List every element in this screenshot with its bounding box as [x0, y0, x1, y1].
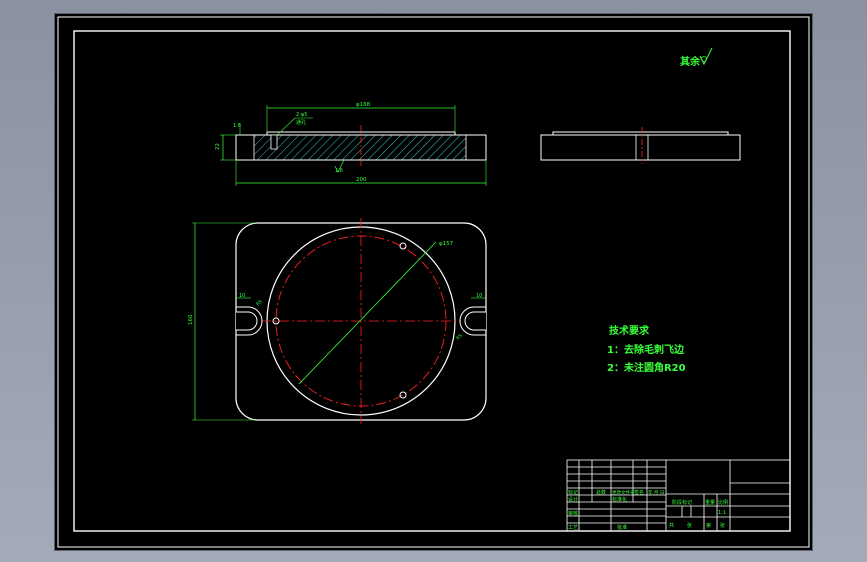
section-bottom-dim: 200	[356, 177, 367, 183]
tb-label: 工艺	[568, 525, 578, 531]
section-detail-label-2: 通孔	[296, 119, 306, 126]
tb-label: 设计	[568, 496, 578, 503]
technical-requirements: 技术要求 1：去除毛刺飞边 2：未注圆角R20	[607, 324, 686, 374]
side-view-outline	[540, 134, 741, 161]
cad-viewport[interactable]: 其余 φ168 22 1.6 2-φ5 通孔 200 1.6 φ157 10 R…	[54, 13, 813, 551]
tech-item-1: 1：去除毛刺飞边	[607, 343, 685, 356]
section-hole	[270, 134, 278, 150]
section-left-small-dim: 1.6	[233, 123, 241, 129]
tb-label: 比例	[718, 499, 728, 506]
drawing-frame	[73, 30, 791, 532]
tb-label: 第	[706, 522, 711, 529]
section-detail-label-1: 2-φ5	[296, 112, 307, 118]
tb-label: 批准	[617, 524, 627, 531]
section-top-dim: φ168	[356, 102, 371, 108]
tb-label: 张	[687, 522, 692, 529]
tb-scale-value: 1:1	[718, 510, 726, 516]
tb-label: 年 月 日	[648, 489, 664, 496]
drawing-outer-border	[57, 16, 810, 548]
section-roughness-value: 1.6	[335, 168, 343, 174]
slot-left-dim: 10	[239, 293, 245, 299]
tb-label: 张	[720, 522, 725, 529]
section-left-dim: 22	[215, 143, 221, 150]
section-view: φ168 22 1.6 2-φ5 通孔 200 1.6	[215, 102, 487, 186]
bolt-hole	[399, 391, 407, 399]
tech-item-2: 2：未注圆角R20	[607, 361, 686, 374]
tb-label: 共	[669, 522, 674, 529]
plan-height-dim: 160	[188, 314, 194, 325]
roughness-symbol-icon	[699, 47, 713, 66]
slot-left-r: R5	[255, 299, 264, 308]
slot-right-r: R5	[455, 333, 464, 342]
plan-diameter-label: φ157	[439, 241, 454, 247]
tb-label: 重量	[705, 499, 715, 506]
tb-label: 处数	[596, 489, 606, 496]
tb-label: 审核	[568, 510, 578, 517]
roughness-note-text: 其余	[680, 55, 701, 68]
plan-view: φ157 10 R5 10 R5 160	[188, 218, 487, 424]
cad-drawing: 其余 φ168 22 1.6 2-φ5 通孔 200 1.6 φ157 10 R…	[57, 16, 810, 548]
right-slot	[464, 311, 486, 331]
side-view	[540, 127, 741, 164]
left-slot	[236, 311, 258, 331]
tech-heading: 技术要求	[609, 324, 650, 337]
general-roughness-note: 其余	[680, 47, 713, 68]
tb-label: 签名	[634, 489, 644, 496]
tb-label: 标准化	[612, 496, 627, 503]
tb-label: 标记	[568, 489, 578, 496]
section-hatch	[253, 134, 467, 161]
slot-right-dim: 10	[476, 293, 482, 299]
tb-label: 阶段标记	[672, 499, 692, 506]
tb-label: 更改文件号	[612, 489, 635, 496]
